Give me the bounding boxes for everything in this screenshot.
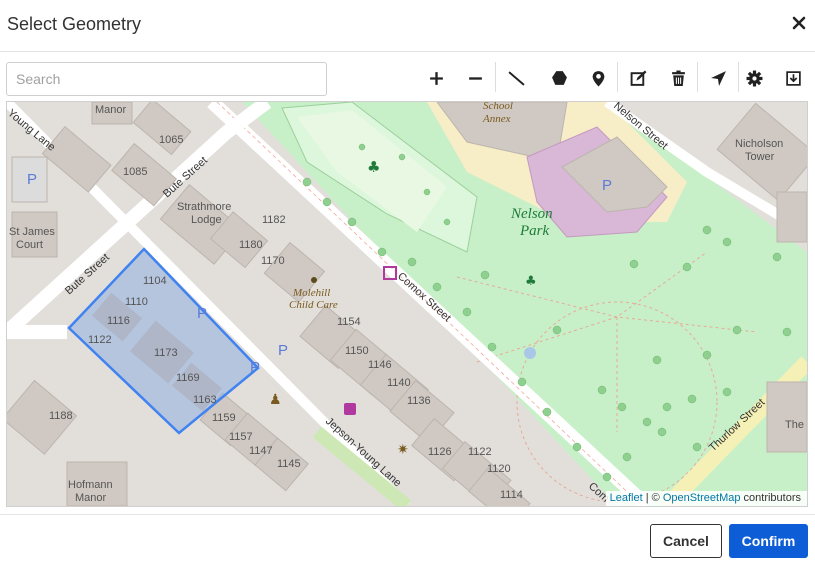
svg-text:♣: ♣ [525,274,537,289]
map-label: Park [519,223,550,239]
map-label: 1180 [239,239,263,251]
toolbar-divider [495,62,496,92]
map-label: 1173 [154,347,178,359]
map-label: 1157 [229,431,253,443]
map-label: 1145 [277,458,301,470]
dialog-header: Select Geometry [0,0,815,52]
edit-icon[interactable] [625,66,651,90]
map-label: School [483,102,513,112]
map-label: 1146 [368,359,392,371]
svg-text:♟: ♟ [269,392,282,408]
map-label: Court [16,239,43,251]
map-label: 1182 [262,214,286,226]
toolbar-divider [738,62,739,92]
leaflet-link[interactable]: Leaflet [610,492,643,504]
map-label: The T [785,419,807,431]
map-label: 1170 [261,255,285,267]
map-label: Strathmore [177,201,231,213]
toolbar-divider [697,62,698,92]
map-label: 1169 [176,372,200,384]
map-label: 1140 [387,377,411,389]
map-label: 1104 [143,275,167,287]
toolbar-divider [617,62,618,92]
gear-icon[interactable] [741,66,767,90]
map-label: 1110 [125,296,148,308]
map-label: 1114 [500,489,523,501]
svg-text:♣: ♣ [367,158,380,176]
map-label: Lodge [191,214,222,226]
trash-icon[interactable] [665,66,691,90]
svg-text:P: P [278,342,288,359]
map-label: 1154 [337,316,361,328]
map-label: 1116 [107,315,130,327]
draw-line-icon[interactable] [503,66,529,90]
map-canvas: PPP PP Manor Young Lane School Annex Nel… [7,102,807,506]
map-label: 1159 [212,412,236,424]
svg-text:P: P [27,171,37,188]
search-input[interactable] [6,62,327,96]
map-label: 1126 [428,446,452,458]
map-label: Molehill [292,287,330,299]
svg-text:✷: ✷ [397,442,409,458]
zoom-out-icon[interactable] [462,66,488,90]
map-label: Manor [95,104,127,116]
close-icon[interactable] [790,14,808,32]
map-label: Nelson [510,206,553,222]
map-label: Hofmann [68,479,113,491]
map-label: 1085 [123,166,147,178]
osm-link[interactable]: OpenStreetMap [663,492,741,504]
map-attribution: Leaflet | © OpenStreetMap contributors [605,491,807,506]
map-label: 1120 [487,463,511,475]
map-label: Nicholson [735,138,783,150]
draw-marker-icon[interactable] [585,66,611,90]
map-label: 1150 [345,345,369,357]
map-label: 1065 [159,134,183,146]
map-label: 1136 [407,395,431,407]
attribution-separator: | © [642,492,663,504]
map-label: Child Care [289,299,338,311]
map-label: Tower [745,151,775,163]
attribution-contributors: contributors [740,492,801,504]
locate-arrow-icon[interactable] [705,66,731,90]
map-label: 1122 [88,334,112,346]
map-label: Annex [482,113,511,125]
map-label: 1163 [193,394,217,406]
confirm-button[interactable]: Confirm [729,524,808,558]
map-view[interactable]: PPP PP Manor Young Lane School Annex Nel… [6,101,808,507]
svg-text:P: P [250,359,260,376]
map-label: 1122 [468,446,492,458]
map-label: 1188 [49,410,73,422]
cancel-button[interactable]: Cancel [650,524,722,558]
map-label: 1147 [249,445,273,457]
svg-text:P: P [197,305,207,322]
dialog-title: Select Geometry [7,14,142,34]
map-label: Manor [75,492,107,504]
svg-text:P: P [602,177,612,194]
download-icon[interactable] [780,66,806,90]
draw-polygon-icon[interactable] [546,66,572,90]
zoom-in-icon[interactable] [423,66,449,90]
map-label: St James [9,226,55,238]
